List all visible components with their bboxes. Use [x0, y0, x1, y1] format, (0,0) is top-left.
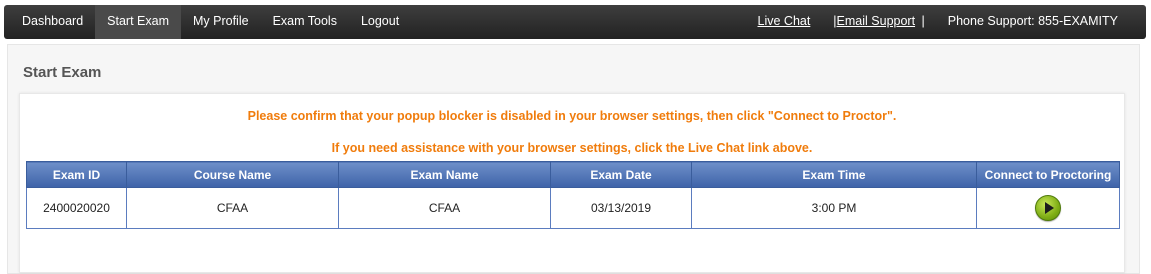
table-row: 2400020020 CFAA CFAA 03/13/2019 3:00 PM	[26, 187, 1120, 229]
email-support-link[interactable]: Email Support	[837, 14, 916, 28]
column-header-exam-date: Exam Date	[550, 161, 692, 188]
live-chat-link[interactable]: Live Chat	[758, 14, 811, 28]
nav-exam-tools[interactable]: Exam Tools	[261, 5, 349, 39]
assistance-notice: If you need assistance with your browser…	[331, 141, 813, 155]
nav-dashboard[interactable]: Dashboard	[10, 5, 95, 39]
cell-exam-name: CFAA	[338, 187, 551, 229]
nav-menu: Dashboard Start Exam My Profile Exam Too…	[10, 5, 411, 39]
separator: |	[921, 14, 925, 28]
nav-start-exam[interactable]: Start Exam	[95, 5, 181, 39]
cell-exam-id: 2400020020	[26, 187, 127, 229]
popup-blocker-notice: Please confirm that your popup blocker i…	[247, 109, 897, 123]
nav-logout[interactable]: Logout	[349, 5, 411, 39]
support-links: Live Chat |Email Support | Phone Support…	[758, 5, 1118, 39]
exam-table: Exam ID Course Name Exam Name Exam Date …	[26, 161, 1120, 229]
cell-course-name: CFAA	[126, 187, 339, 229]
exam-panel: Please confirm that your popup blocker i…	[19, 93, 1125, 273]
cell-exam-time: 3:00 PM	[691, 187, 977, 229]
column-header-course-name: Course Name	[126, 161, 339, 188]
content-area: Start Exam Please confirm that your popu…	[7, 44, 1140, 274]
column-header-connect: Connect to Proctoring	[976, 161, 1120, 188]
nav-my-profile[interactable]: My Profile	[181, 5, 261, 39]
column-header-exam-name: Exam Name	[338, 161, 551, 188]
top-navbar: Dashboard Start Exam My Profile Exam Too…	[4, 5, 1146, 39]
phone-support-text: Phone Support: 855-EXAMITY	[947, 14, 1118, 28]
play-icon[interactable]	[1035, 195, 1061, 221]
page-title: Start Exam	[23, 64, 102, 81]
column-header-exam-id: Exam ID	[26, 161, 127, 188]
cell-connect	[976, 187, 1120, 229]
table-header-row: Exam ID Course Name Exam Name Exam Date …	[26, 161, 1120, 188]
column-header-exam-time: Exam Time	[691, 161, 977, 188]
cell-exam-date: 03/13/2019	[550, 187, 692, 229]
